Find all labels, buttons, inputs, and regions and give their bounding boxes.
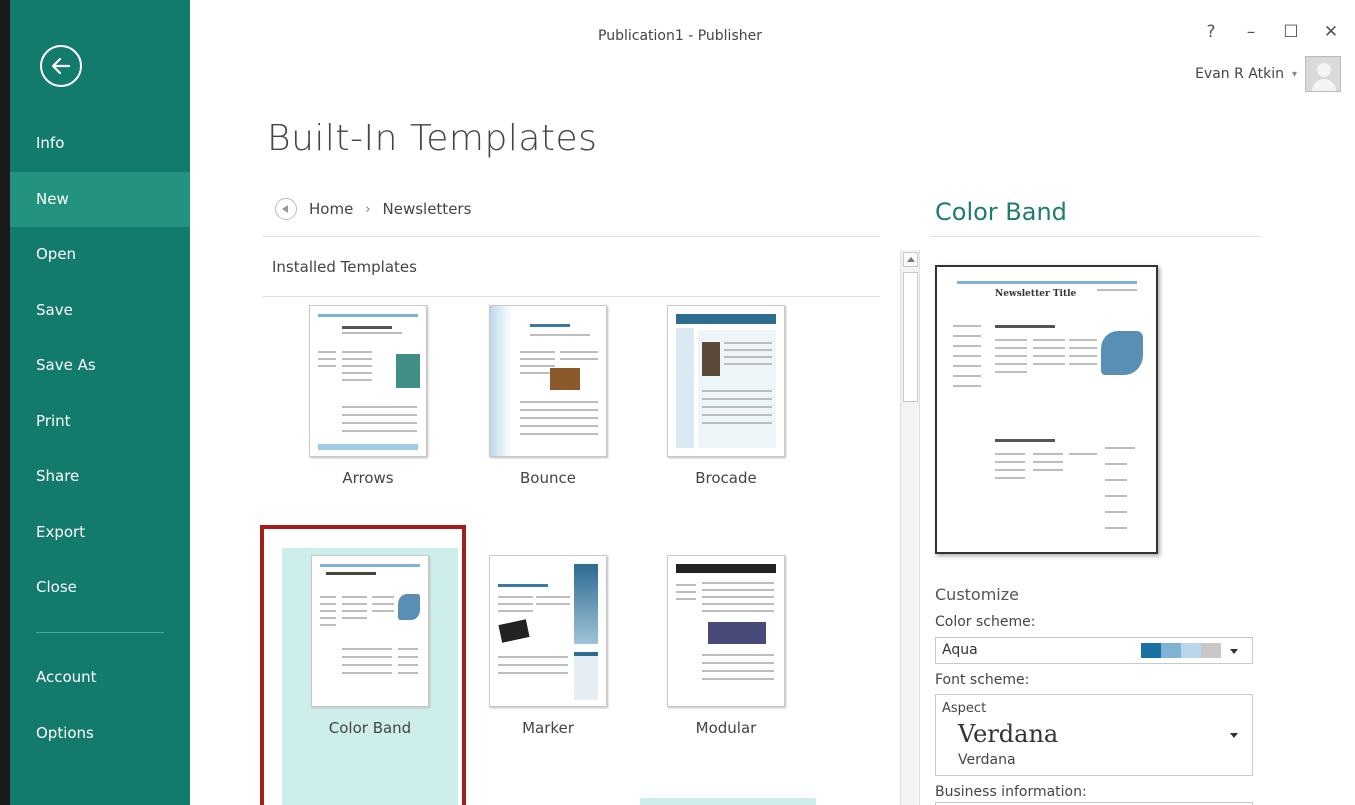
sidebar-divider — [36, 632, 164, 633]
sidebar-item-info[interactable]: Info — [10, 116, 190, 172]
color-swatch — [1161, 643, 1181, 658]
preview-newsletter-title: Newsletter Title — [995, 289, 1077, 299]
sidebar-item-save-as[interactable]: Save As — [10, 338, 190, 394]
section-title: Installed Templates — [272, 258, 417, 276]
sidebar-item-new[interactable]: New — [10, 171, 190, 227]
template-preview-image: Newsletter Title — [935, 265, 1158, 554]
color-swatch — [1141, 643, 1161, 658]
color-scheme-value: Aqua — [942, 642, 978, 658]
template-label: Brocade — [695, 469, 757, 487]
backstage-sidebar: Info New Open Save Save As Print Share E… — [0, 0, 190, 805]
color-scheme-label: Color scheme: — [935, 614, 1036, 630]
sidebar-item-open[interactable]: Open — [10, 227, 190, 283]
sidebar-item-share[interactable]: Share — [10, 449, 190, 505]
avatar — [1305, 56, 1341, 92]
template-thumbnail — [309, 305, 427, 457]
maximize-icon[interactable]: ☐ — [1281, 22, 1301, 42]
scroll-thumb[interactable] — [903, 272, 918, 402]
breadcrumb: Home › Newsletters — [275, 198, 471, 220]
template-thumbnail — [667, 555, 785, 707]
user-account[interactable]: Evan R Atkin ▾ — [1195, 56, 1341, 92]
sidebar-item-export[interactable]: Export — [10, 505, 190, 561]
sidebar-item-account[interactable]: Account — [10, 650, 190, 706]
sidebar-item-save[interactable]: Save — [10, 283, 190, 339]
sidebar-item-close[interactable]: Close — [10, 560, 190, 616]
font-scheme-label: Font scheme: — [935, 672, 1030, 688]
help-icon[interactable]: ? — [1201, 22, 1221, 42]
back-button[interactable] — [40, 45, 82, 87]
minimize-icon[interactable]: – — [1241, 22, 1261, 42]
close-icon[interactable]: ✕ — [1321, 22, 1341, 42]
color-swatch — [1201, 643, 1221, 658]
template-marker[interactable]: Marker — [460, 555, 636, 737]
chevron-down-icon — [1230, 733, 1238, 738]
window-title: Publication1 - Publisher — [598, 28, 762, 44]
sidebar-item-options[interactable]: Options — [10, 706, 190, 762]
template-next-row — [640, 798, 816, 805]
template-label: Arrows — [342, 469, 394, 487]
template-arrows[interactable]: Arrows — [280, 305, 456, 487]
business-info-label: Business information: — [935, 784, 1087, 800]
template-thumbnail — [489, 305, 607, 457]
scroll-up-icon[interactable] — [903, 252, 918, 267]
customize-heading: Customize — [935, 585, 1019, 604]
template-thumbnail — [489, 555, 607, 707]
divider — [930, 236, 1260, 237]
window-controls: ? – ☐ ✕ — [1201, 22, 1341, 42]
templates-scrollbar[interactable] — [900, 250, 920, 805]
template-bounce[interactable]: Bounce — [460, 305, 636, 487]
preview-title: Color Band — [935, 198, 1067, 226]
back-arrow-icon — [51, 57, 71, 75]
sidebar-item-print[interactable]: Print — [10, 394, 190, 450]
chevron-down-icon — [1230, 649, 1238, 654]
divider — [262, 236, 880, 237]
sidebar-bottom-nav: Account Options — [10, 650, 190, 761]
color-swatch — [1181, 643, 1201, 658]
page-title: Built-In Templates — [267, 118, 598, 159]
breadcrumb-home[interactable]: Home — [309, 200, 353, 218]
color-scheme-select[interactable]: Aqua — [935, 637, 1253, 664]
font-scheme-select[interactable]: Aspect Verdana Verdana — [935, 694, 1253, 776]
font-scheme-heading: Verdana — [958, 720, 1059, 748]
selection-highlight — [260, 525, 466, 805]
breadcrumb-back-icon[interactable] — [275, 198, 297, 220]
font-scheme-name: Aspect — [942, 701, 987, 716]
template-modular[interactable]: Modular — [638, 555, 814, 737]
template-label: Bounce — [520, 469, 576, 487]
divider — [262, 296, 880, 297]
chevron-down-icon: ▾ — [1291, 68, 1297, 80]
template-brocade[interactable]: Brocade — [638, 305, 814, 487]
breadcrumb-current: Newsletters — [382, 200, 472, 218]
template-thumbnail — [667, 305, 785, 457]
template-label: Modular — [695, 719, 757, 737]
sidebar-nav: Info New Open Save Save As Print Share E… — [10, 116, 190, 616]
font-scheme-body: Verdana — [958, 752, 1016, 768]
breadcrumb-separator: › — [365, 201, 371, 217]
template-label: Marker — [522, 719, 574, 737]
user-name: Evan R Atkin — [1195, 66, 1284, 82]
